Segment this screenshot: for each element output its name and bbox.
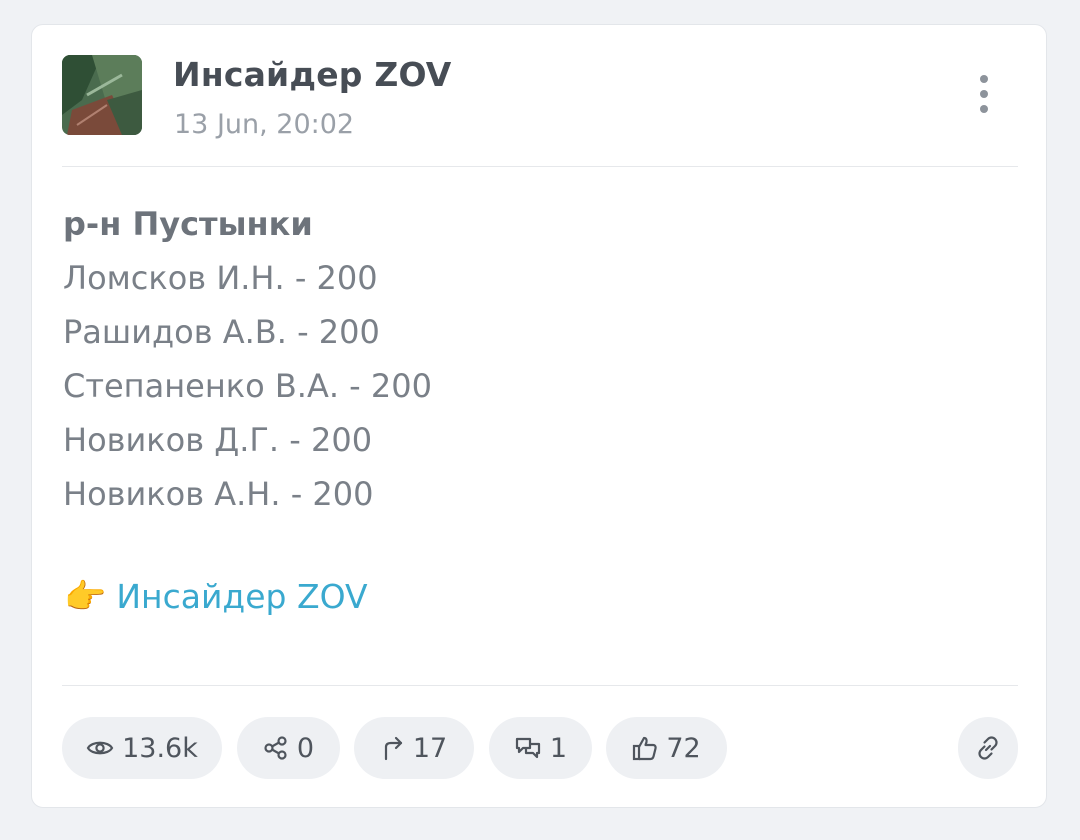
channel-avatar[interactable] bbox=[62, 55, 142, 135]
post-line: Рашидов А.В. - 200 bbox=[63, 313, 380, 351]
eye-icon bbox=[86, 741, 114, 755]
forward-icon bbox=[384, 736, 402, 761]
post-line: Ломсков И.Н. - 200 bbox=[63, 259, 378, 297]
comment-icon bbox=[515, 737, 541, 759]
post-date: 13 Jun, 20:02 bbox=[174, 109, 355, 140]
comments-counter[interactable]: 1 bbox=[489, 717, 592, 779]
shares-count: 0 bbox=[296, 732, 315, 764]
views-count: 13.6k bbox=[122, 732, 198, 764]
footer-divider bbox=[62, 685, 1018, 686]
channel-link-text[interactable]: Инсайдер ZOV bbox=[116, 577, 367, 616]
pointing-hand-emoji: 👉 bbox=[64, 576, 107, 617]
forwards-counter[interactable]: 17 bbox=[354, 717, 474, 779]
post-heading: р-н Пустынки bbox=[63, 205, 313, 243]
header-divider bbox=[62, 166, 1018, 167]
post-body: р-н Пустынки Ломсков И.Н. - 200 Рашидов … bbox=[63, 197, 993, 521]
reactions-counter[interactable]: 72 bbox=[606, 717, 727, 779]
post-line: Степаненко В.А. - 200 bbox=[63, 367, 432, 405]
link-icon bbox=[978, 736, 998, 760]
post-card: Инсайдер ZOV 13 Jun, 20:02 р-н Пустынки … bbox=[31, 24, 1047, 808]
thumbs-up-icon bbox=[633, 736, 658, 761]
more-vertical-icon bbox=[980, 75, 988, 83]
comments-count: 1 bbox=[549, 732, 568, 764]
channel-link[interactable]: 👉 Инсайдер ZOV bbox=[64, 577, 368, 616]
reactions-count: 72 bbox=[666, 732, 701, 764]
post-line: Новиков А.Н. - 200 bbox=[63, 475, 374, 513]
channel-name[interactable]: Инсайдер ZOV bbox=[173, 55, 452, 94]
copy-link-button[interactable] bbox=[958, 717, 1018, 779]
more-options-button[interactable] bbox=[966, 71, 1002, 117]
share-icon bbox=[264, 736, 287, 760]
shares-counter[interactable]: 0 bbox=[237, 717, 340, 779]
avatar-image bbox=[62, 55, 142, 135]
forwards-count: 17 bbox=[412, 732, 448, 764]
post-line: Новиков Д.Г. - 200 bbox=[63, 421, 373, 459]
views-counter[interactable]: 13.6k bbox=[62, 717, 222, 779]
